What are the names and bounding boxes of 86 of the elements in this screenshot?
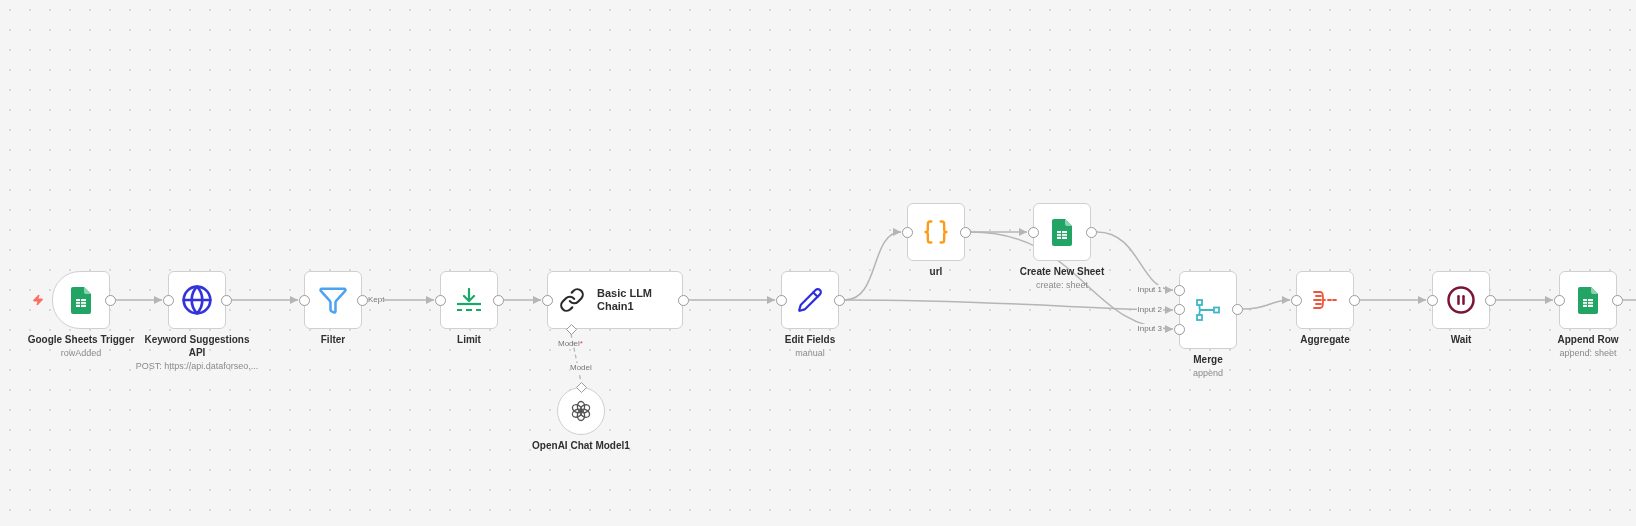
spreadsheet-icon bbox=[1052, 218, 1072, 246]
sub-node[interactable] bbox=[557, 387, 605, 435]
node-title: Filter bbox=[320, 333, 346, 346]
connector-diamond[interactable] bbox=[565, 323, 577, 335]
aggregate-icon bbox=[1313, 290, 1337, 310]
connection-arrow bbox=[503, 296, 542, 304]
connection-handle[interactable] bbox=[434, 294, 446, 306]
workflow-node[interactable] bbox=[304, 271, 362, 329]
node-title: Aggregate bbox=[1300, 333, 1350, 346]
knot-icon bbox=[570, 400, 592, 422]
pencil-icon bbox=[797, 287, 823, 313]
connector-diamond[interactable] bbox=[575, 381, 587, 393]
node-title: url bbox=[929, 265, 943, 278]
node-title: Edit Fields bbox=[784, 333, 836, 346]
node-title: Wait bbox=[1450, 333, 1472, 346]
trigger-node[interactable] bbox=[52, 271, 110, 329]
connection-handle[interactable] bbox=[1348, 294, 1360, 306]
pause-icon bbox=[1446, 285, 1476, 315]
connection-handle[interactable] bbox=[677, 294, 689, 306]
chain-link-icon bbox=[559, 287, 585, 313]
braces-icon bbox=[922, 218, 950, 246]
connection-arrow bbox=[115, 296, 163, 304]
spreadsheet-icon bbox=[1578, 286, 1598, 314]
connection-handle[interactable] bbox=[1173, 284, 1185, 296]
node-title: Keyword Suggestions API bbox=[143, 333, 251, 359]
node-subtitle: manual bbox=[795, 347, 825, 360]
connection-handle[interactable] bbox=[1231, 303, 1243, 315]
connection-handle[interactable] bbox=[104, 294, 116, 306]
connection-handle[interactable] bbox=[1085, 226, 1097, 238]
connector-label: Model bbox=[570, 363, 592, 373]
workflow-node[interactable] bbox=[1033, 203, 1091, 261]
input-label: Input 3 bbox=[1136, 324, 1163, 334]
node-title: OpenAI Chat Model1 bbox=[532, 439, 630, 452]
input-label: Input 2 bbox=[1136, 304, 1163, 315]
connection-handle[interactable] bbox=[959, 226, 971, 238]
connection-handle[interactable] bbox=[220, 294, 232, 306]
node-subtitle: append bbox=[1192, 367, 1223, 380]
workflow-node[interactable] bbox=[1432, 271, 1490, 329]
workflow-node[interactable] bbox=[1179, 271, 1237, 349]
connection-handle[interactable] bbox=[833, 294, 845, 306]
connection-handle[interactable] bbox=[492, 294, 504, 306]
connection-handle[interactable] bbox=[1426, 294, 1438, 306]
connection-line bbox=[1622, 299, 1636, 301]
workflow-node[interactable] bbox=[1559, 271, 1617, 329]
output-label: Kept bbox=[368, 295, 385, 305]
input-label: Input 1 bbox=[1136, 285, 1163, 295]
connection-handle[interactable] bbox=[775, 294, 787, 306]
connection-handle[interactable] bbox=[1484, 294, 1496, 306]
connection-arrow bbox=[1242, 296, 1291, 310]
workflow-node[interactable] bbox=[168, 271, 226, 329]
connector-label: Model* bbox=[558, 339, 583, 349]
connection-arrow bbox=[231, 296, 299, 304]
node-title: Merge bbox=[1193, 353, 1223, 366]
connection-handle[interactable] bbox=[356, 294, 368, 306]
connection-handle[interactable] bbox=[541, 294, 553, 306]
merge-icon bbox=[1196, 299, 1220, 321]
download-line-icon bbox=[456, 288, 482, 312]
connection-handle[interactable] bbox=[298, 294, 310, 306]
node-subtitle: append: sheet bbox=[1559, 347, 1617, 360]
node-title: Google Sheets Trigger bbox=[27, 333, 135, 346]
connection-handle[interactable] bbox=[1027, 226, 1039, 238]
connection-arrow bbox=[1359, 296, 1427, 304]
workflow-node[interactable] bbox=[781, 271, 839, 329]
lightning-icon bbox=[32, 294, 44, 306]
node-title: Append Row bbox=[1557, 333, 1619, 346]
connection-arrow bbox=[1495, 296, 1554, 304]
node-title: Basic LLM Chain1 bbox=[597, 287, 653, 313]
spreadsheet-icon bbox=[71, 286, 91, 314]
funnel-icon bbox=[318, 285, 348, 315]
node-subtitle: create: sheet bbox=[1036, 279, 1088, 292]
workflow-node[interactable] bbox=[907, 203, 965, 261]
workflow-node[interactable] bbox=[440, 271, 498, 329]
connection-handle[interactable] bbox=[162, 294, 174, 306]
node-title: Limit bbox=[457, 333, 481, 346]
node-subtitle: POST: https://api.dataforseo.... bbox=[135, 360, 259, 373]
node-title: Create New Sheet bbox=[1019, 265, 1105, 278]
connection-handle[interactable] bbox=[1611, 294, 1623, 306]
connection-handle[interactable] bbox=[1290, 294, 1302, 306]
workflow-node[interactable] bbox=[1296, 271, 1354, 329]
workflow-node[interactable]: Basic LLM Chain1 bbox=[547, 271, 683, 329]
globe-icon bbox=[181, 284, 213, 316]
connection-handle[interactable] bbox=[901, 226, 913, 238]
connection-handle[interactable] bbox=[1173, 304, 1185, 315]
connection-handle[interactable] bbox=[1173, 323, 1185, 335]
node-subtitle: rowAdded bbox=[60, 347, 102, 360]
connection-handle[interactable] bbox=[1553, 294, 1565, 306]
